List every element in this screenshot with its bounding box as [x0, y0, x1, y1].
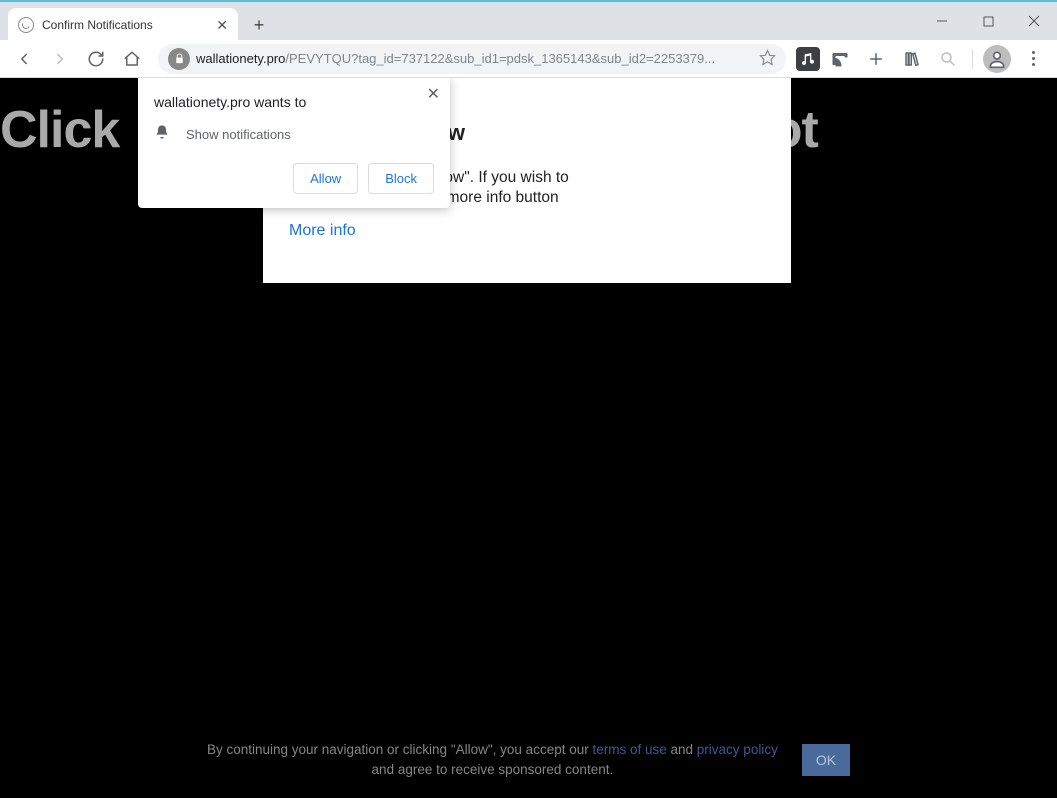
close-tab-icon[interactable]: ✕: [216, 17, 228, 34]
bookmark-star-icon[interactable]: [759, 49, 776, 69]
more-info-link[interactable]: More info: [289, 222, 765, 240]
notification-buttons: Allow Block: [154, 163, 434, 194]
tab-title: Confirm Notifications: [42, 18, 208, 32]
new-tab-button[interactable]: +: [244, 10, 274, 40]
notification-permission-label: Show notifications: [186, 127, 291, 142]
ok-button[interactable]: OK: [802, 744, 850, 776]
block-button[interactable]: Block: [368, 163, 434, 194]
consent-bar: By continuing your navigation or clickin…: [0, 740, 1057, 781]
home-button[interactable]: [116, 43, 148, 75]
bell-icon: [154, 124, 170, 145]
allow-button[interactable]: Allow: [293, 163, 358, 194]
books-extension-icon[interactable]: [896, 43, 928, 75]
zoom-extension-icon[interactable]: [932, 43, 964, 75]
window-controls: [919, 2, 1057, 40]
close-icon[interactable]: ✕: [427, 84, 440, 104]
browser-toolbar: wallationety.pro/PEVYTQU?tag_id=737122&s…: [0, 40, 1057, 78]
lock-icon[interactable]: [168, 48, 190, 70]
profile-button[interactable]: [981, 43, 1013, 75]
consent-part2: and agree to receive sponsored content.: [372, 762, 614, 777]
page-content: Click ou are not lose this window closed…: [0, 78, 1057, 798]
plus-extension-icon[interactable]: [860, 43, 892, 75]
browser-tab[interactable]: Confirm Notifications ✕: [8, 8, 238, 42]
address-bar[interactable]: wallationety.pro/PEVYTQU?tag_id=737122&s…: [158, 44, 786, 74]
forward-button[interactable]: [44, 43, 76, 75]
url-path: /PEVYTQU?tag_id=737122&sub_id1=pdsk_1365…: [285, 51, 715, 66]
notification-title: wallationety.pro wants to: [154, 94, 434, 110]
consent-and: and: [667, 742, 697, 757]
consent-part1: By continuing your navigation or clickin…: [207, 742, 593, 757]
notification-permission-prompt: ✕ wallationety.pro wants to Show notific…: [138, 78, 450, 208]
url-text: wallationety.pro/PEVYTQU?tag_id=737122&s…: [196, 51, 753, 66]
notification-permission-row: Show notifications: [154, 124, 434, 145]
cast-extension-icon[interactable]: [824, 43, 856, 75]
music-extension-icon[interactable]: [796, 47, 820, 71]
toolbar-separator: [972, 49, 973, 69]
globe-icon: [18, 17, 34, 33]
consent-text: By continuing your navigation or clickin…: [207, 740, 778, 781]
url-domain: wallationety.pro: [196, 51, 285, 66]
tab-strip: Confirm Notifications ✕ +: [8, 8, 274, 42]
back-button[interactable]: [8, 43, 40, 75]
dots-vertical-icon: [1032, 51, 1035, 66]
terms-link[interactable]: terms of use: [592, 742, 666, 757]
privacy-link[interactable]: privacy policy: [697, 742, 778, 757]
reload-button[interactable]: [80, 43, 112, 75]
minimize-button[interactable]: [919, 2, 965, 40]
title-bar: Confirm Notifications ✕ +: [0, 2, 1057, 40]
menu-button[interactable]: [1017, 43, 1049, 75]
maximize-button[interactable]: [965, 2, 1011, 40]
close-window-button[interactable]: [1011, 2, 1057, 40]
avatar-icon: [983, 45, 1011, 73]
